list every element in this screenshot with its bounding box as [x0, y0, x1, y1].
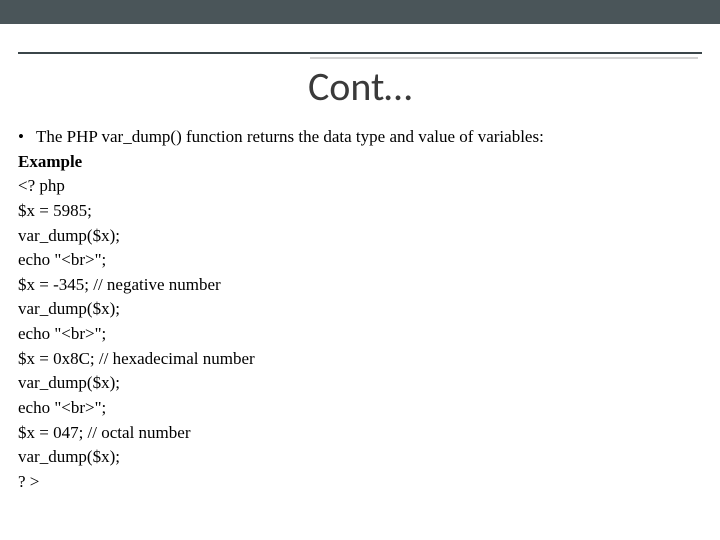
code-line: $x = 047; // octal number — [18, 421, 702, 446]
code-line: $x = -345; // negative number — [18, 273, 702, 298]
bullet-text: The PHP var_dump() function returns the … — [36, 125, 544, 150]
code-line: $x = 5985; — [18, 199, 702, 224]
code-line: $x = 0x8C; // hexadecimal number — [18, 347, 702, 372]
bullet-line: • The PHP var_dump() function returns th… — [18, 125, 702, 150]
slide: Cont… • The PHP var_dump() function retu… — [0, 0, 720, 540]
code-line: ? > — [18, 470, 702, 495]
code-line: var_dump($x); — [18, 445, 702, 470]
header-rule-shadow — [310, 57, 698, 59]
slide-content: • The PHP var_dump() function returns th… — [18, 125, 702, 495]
code-line: echo "<br>"; — [18, 396, 702, 421]
code-line: var_dump($x); — [18, 297, 702, 322]
code-line: var_dump($x); — [18, 371, 702, 396]
bullet-icon: • — [18, 125, 36, 150]
header-rule — [18, 52, 702, 54]
slide-title: Cont… — [0, 62, 720, 111]
code-line: <? php — [18, 174, 702, 199]
example-label: Example — [18, 150, 702, 175]
code-line: echo "<br>"; — [18, 322, 702, 347]
code-line: var_dump($x); — [18, 224, 702, 249]
top-band — [0, 0, 720, 24]
code-line: echo "<br>"; — [18, 248, 702, 273]
